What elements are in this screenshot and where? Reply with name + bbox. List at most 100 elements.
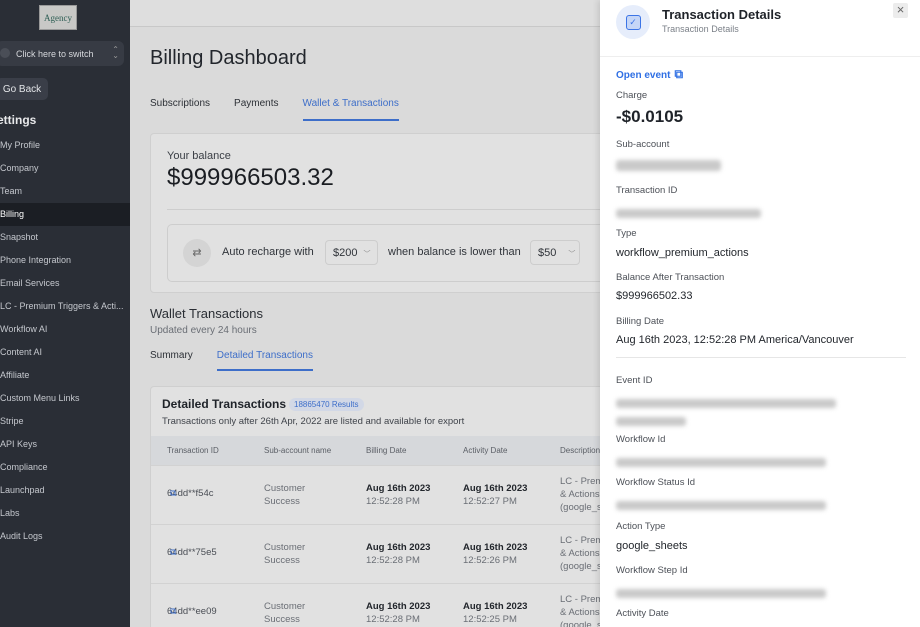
col-billing-date[interactable]: Billing Date (366, 446, 406, 455)
description-line: & Actions (560, 548, 600, 559)
recharge-text: Auto recharge with (222, 246, 314, 258)
action-type-label: Action Type (616, 521, 666, 532)
sidebar-item[interactable]: Affiliate (0, 364, 130, 387)
account-switcher[interactable]: Click here to switch ⌃ ⌄ (0, 41, 124, 66)
threshold-text: when balance is lower than (388, 246, 521, 258)
description-line: (google_s (560, 502, 600, 513)
sidebar-item[interactable]: Compliance (0, 456, 130, 479)
copy-icon[interactable]: ⧉ (170, 547, 176, 558)
col-transaction-id[interactable]: Transaction ID (167, 446, 219, 455)
billing-date-text: Aug 16th 2023 (366, 601, 431, 612)
receipt-icon: ✓ (616, 5, 650, 39)
table-row[interactable]: 64dd**f54c ⧉ Customer Success Aug 16th 202… (151, 465, 600, 524)
sidebar-item[interactable]: Snapshot (0, 226, 130, 249)
results-badge: 18865470 Results (289, 398, 364, 411)
agency-logo[interactable]: Agency (39, 5, 77, 30)
open-event-link[interactable]: Open event ⧉ (616, 67, 683, 82)
sidebar-item[interactable]: Team (0, 180, 130, 203)
sidebar-item[interactable]: Audit Logs (0, 525, 130, 548)
event-id-redacted (616, 395, 836, 431)
tab-detailed-transactions[interactable]: Detailed Transactions (216, 350, 313, 371)
sub-account-line: Success (264, 496, 300, 507)
divider (167, 209, 600, 210)
sidebar-item[interactable]: Workflow AI (0, 318, 130, 341)
activity-date: Aug 16th 2023 12:52:26 PM (463, 541, 527, 566)
billing-date-text: Aug 16th 2023 (366, 483, 431, 494)
sidebar-item[interactable]: My Profile (0, 134, 130, 157)
transaction-id-redacted (616, 205, 761, 223)
page-title: Billing Dashboard (150, 47, 307, 69)
open-event-label: Open event (616, 70, 671, 81)
table-header: Transaction ID Sub-account name Billing … (151, 436, 600, 465)
tab-summary[interactable]: Summary (150, 350, 193, 371)
event-id-label: Event ID (616, 375, 653, 386)
subaccount-label: Sub-account (616, 139, 670, 150)
charge-value: -$0.0105 (616, 107, 684, 126)
billing-date-text: Aug 16th 2023 (366, 542, 431, 553)
transactions-card: Detailed Transactions 18865470 Results T… (150, 386, 600, 627)
balance-after-value: $999966502.33 (616, 290, 693, 302)
sidebar-item[interactable]: Labs (0, 502, 130, 525)
sidebar: Agency Click here to switch ⌃ ⌄ Go Back e… (0, 0, 130, 627)
main-content: Billing Dashboard Subscriptions Payments… (130, 0, 600, 627)
sidebar-item[interactable]: Phone Integration (0, 249, 130, 272)
tab-subscriptions[interactable]: Subscriptions (150, 98, 210, 121)
transaction-details-panel: ✓ Transaction Details Transaction Detail… (600, 0, 920, 627)
balance-value: $999966503.32 (167, 164, 334, 191)
sub-account-line: Customer (264, 601, 306, 612)
workflow-id-redacted (616, 454, 826, 472)
activity-time-text: 12:52:27 PM (463, 496, 517, 507)
switch-icon (0, 48, 10, 58)
sidebar-item[interactable]: API Keys (0, 433, 130, 456)
top-bar (130, 0, 600, 27)
workflow-step-redacted (616, 585, 826, 603)
activity-date: Aug 16th 2023 12:52:27 PM (463, 482, 527, 507)
col-sub-account[interactable]: Sub-account name (264, 446, 331, 455)
panel-subtitle: Transaction Details (662, 24, 739, 34)
recharge-amount-select[interactable]: $200 ﹀ (325, 240, 379, 265)
go-back-button[interactable]: Go Back (0, 78, 48, 100)
sub-account-line: Customer (264, 542, 306, 553)
chevron-updown-icon: ⌃ ⌄ (112, 45, 119, 60)
copy-icon[interactable]: ⧉ (170, 488, 176, 499)
sidebar-item[interactable]: Stripe (0, 410, 130, 433)
table-title: Detailed Transactions (162, 397, 287, 411)
sidebar-item[interactable]: Content AI (0, 341, 130, 364)
copy-icon[interactable]: ⧉ (170, 606, 176, 617)
amount-value: $200 (333, 247, 358, 259)
wallet-tabs: Summary Detailed Transactions (150, 350, 313, 371)
billing-time-text: 12:52:28 PM (366, 496, 420, 507)
col-activity-date[interactable]: Activity Date (463, 446, 507, 455)
table-note: Transactions only after 26th Apr, 2022 a… (162, 416, 465, 427)
workflow-step-label: Workflow Step Id (616, 565, 688, 576)
threshold-select[interactable]: $50 ﹀ (530, 240, 580, 265)
external-link-icon: ⧉ (674, 67, 684, 81)
table-row[interactable]: 64dd**ee09 ⧉ Customer Success Aug 16th 202… (151, 583, 600, 627)
settings-heading: ettings (0, 113, 37, 127)
col-description[interactable]: Description (560, 446, 600, 455)
table-row[interactable]: 64dd**75e5 ⧉ Customer Success Aug 16th 202… (151, 524, 600, 583)
tab-payments[interactable]: Payments (234, 98, 278, 121)
wallet-subtitle: Updated every 24 hours (150, 325, 257, 336)
auto-recharge: ⇄ Auto recharge with $200 ﹀ when balance … (167, 224, 600, 282)
wallet-title: Wallet Transactions (150, 306, 263, 321)
billing-time-text: 12:52:28 PM (366, 614, 420, 625)
sidebar-item[interactable]: LC - Premium Triggers & Acti... (0, 295, 130, 318)
sidebar-item[interactable]: Company (0, 157, 130, 180)
close-icon[interactable]: × (893, 3, 908, 18)
subaccount-value-redacted (616, 158, 721, 176)
sidebar-item[interactable]: Email Services (0, 272, 130, 295)
sidebar-item[interactable]: Custom Menu Links (0, 387, 130, 410)
description-line: LC - Prem (560, 535, 600, 546)
sidebar-item[interactable]: Launchpad (0, 479, 130, 502)
description-line: & Actions (560, 489, 600, 500)
billing-date: Aug 16th 2023 12:52:28 PM (366, 600, 431, 625)
billing-date-value: Aug 16th 2023, 12:52:28 PM America/Vanco… (616, 334, 854, 346)
sub-account-line: Success (264, 614, 300, 625)
divider (616, 357, 906, 358)
billing-tabs: Subscriptions Payments Wallet & Transact… (150, 98, 399, 121)
description-line: & Actions (560, 607, 600, 618)
tab-wallet-transactions[interactable]: Wallet & Transactions (302, 98, 399, 121)
sidebar-item[interactable]: Billing (0, 203, 130, 226)
activity-date-text: Aug 16th 2023 (463, 601, 528, 612)
